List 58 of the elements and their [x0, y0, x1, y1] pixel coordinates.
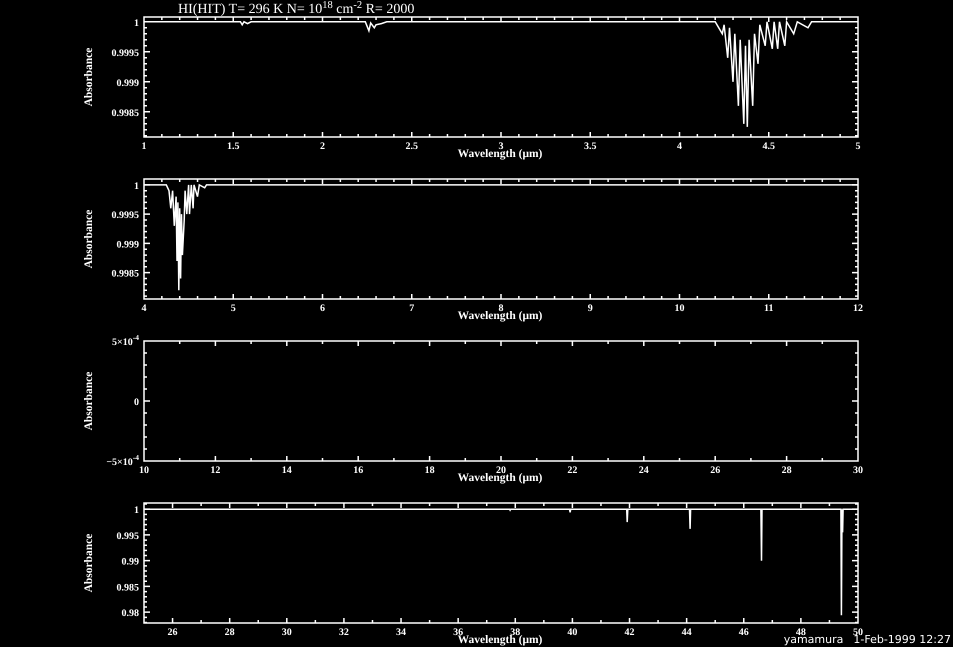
- axis-tick-label: 9: [588, 303, 593, 314]
- axis-tick-label: 0.9995: [112, 48, 139, 59]
- axis-tick-label: 0.999: [116, 78, 139, 89]
- axis-tick-label: 28: [782, 465, 792, 476]
- axis-tick-label: 10: [139, 465, 149, 476]
- axis-tick-label: 30: [853, 465, 863, 476]
- axis-tick-label: 0.985: [116, 582, 139, 594]
- axis-tick-label: 44: [682, 627, 692, 638]
- axis-tick-label: 4: [677, 141, 682, 152]
- axis-tick-label: 0.9985: [112, 268, 139, 280]
- axis-tick-label: 5×10$^{-4}$: [112, 333, 139, 348]
- axis-tick-label: 5: [230, 303, 236, 314]
- chart-title: HI(HIT) T= 296 K N= 10$^{18}$ cm$^{-2}$ R= 2000: [178, 0, 414, 17]
- axis-tick-label: 0: [134, 397, 139, 408]
- axis-tick-label: 2: [320, 141, 325, 152]
- axis-tick-label: 0.99: [122, 556, 139, 568]
- axis-tick-label: 4.5: [762, 141, 775, 152]
- axis-tick-label: 5: [856, 141, 860, 152]
- axis-tick-label: 7: [409, 303, 414, 314]
- axis-tick-label: 1: [134, 18, 139, 29]
- axis-tick-label: 12: [853, 303, 863, 314]
- axis-tick-label: 0.995: [116, 530, 139, 542]
- axis-label: Absorbance: [83, 48, 95, 106]
- axis-tick-label: 42: [624, 627, 635, 638]
- axis-tick-label: 4: [142, 303, 146, 314]
- axis-tick-label: 12: [210, 465, 220, 476]
- axis-tick-label: 46: [738, 627, 749, 638]
- axis-tick-label: 30: [282, 627, 292, 638]
- axis-tick-label: 10: [674, 303, 684, 314]
- axis-tick-label: 48: [796, 627, 806, 638]
- axis-tick-label: 6: [320, 303, 325, 314]
- axis-tick-label: 11: [764, 303, 774, 314]
- axis-tick-label: 28: [224, 627, 235, 638]
- axis-label: Absorbance: [83, 210, 95, 268]
- axis-tick-label: 26: [710, 465, 720, 476]
- axis-tick-label: 1.5: [227, 141, 240, 152]
- axis-tick-label: 34: [396, 627, 406, 638]
- axis-tick-label: 1: [134, 180, 139, 192]
- axis-tick-label: 0.999: [116, 239, 139, 250]
- axis-tick-label: −5×10$^{-4}$: [106, 453, 139, 468]
- axis-tick-label: 3.5: [584, 141, 596, 152]
- axis-tick-label: 18: [424, 465, 435, 476]
- axis-tick-label: 0.9985: [112, 108, 139, 119]
- axis-label: Absorbance: [83, 372, 95, 430]
- axis-tick-label: 16: [353, 465, 364, 476]
- axis-tick-label: 24: [638, 465, 649, 476]
- axis-label: Absorbance: [83, 534, 95, 592]
- axis-tick-label: 14: [282, 465, 292, 476]
- axis-label: Wavelength (μm): [458, 634, 542, 646]
- axis-tick-label: 32: [338, 627, 349, 638]
- axis-tick-label: 22: [567, 465, 578, 476]
- axis-tick-label: 0.98: [122, 608, 139, 620]
- axis-tick-label: 40: [567, 627, 578, 638]
- axis-tick-label: 0.9995: [112, 210, 139, 222]
- axis-tick-label: 26: [168, 627, 178, 638]
- axis-tick-label: 1: [134, 505, 139, 516]
- axis-tick-label: 2.5: [406, 141, 418, 152]
- axis-tick-label: 1: [142, 141, 146, 152]
